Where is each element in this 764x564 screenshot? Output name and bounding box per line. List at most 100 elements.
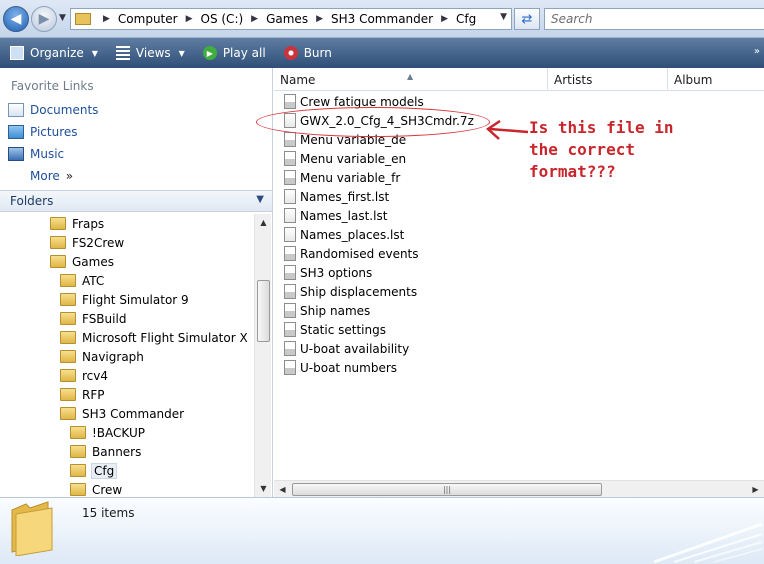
breadcrumb-games[interactable]: Games	[266, 12, 308, 26]
tree-item[interactable]: Crew	[70, 480, 122, 497]
folder-tree-scrollbar[interactable]: ▲ ▼	[254, 214, 271, 497]
chevron-right-icon[interactable]: ▶	[251, 14, 258, 24]
file-icon	[284, 227, 296, 242]
file-row[interactable]: U-boat numbers	[284, 358, 397, 377]
column-album[interactable]: Album	[668, 68, 764, 91]
search-input[interactable]: Search	[544, 8, 764, 30]
tree-item[interactable]: Banners	[70, 442, 141, 461]
forward-button[interactable]: ▶	[31, 6, 57, 32]
favorite-documents[interactable]: Documents	[8, 103, 98, 117]
config-file-icon	[284, 341, 296, 356]
tree-item[interactable]: Cfg	[70, 461, 118, 480]
file-name: Menu variable_fr	[300, 170, 401, 185]
file-name: Names_places.lst	[300, 227, 405, 242]
tree-item-label: SH3 Commander	[82, 406, 185, 421]
file-name: U-boat numbers	[300, 360, 398, 375]
file-list-scrollbar[interactable]: ◀ ||| ▶	[274, 480, 764, 497]
column-label: Artists	[554, 73, 593, 87]
pictures-icon	[8, 125, 24, 139]
scroll-left-icon[interactable]: ◀	[274, 481, 291, 498]
toolbar-overflow-icon[interactable]: »	[754, 46, 760, 57]
breadcrumb-cfg[interactable]: Cfg	[456, 12, 476, 26]
folder-icon	[60, 331, 76, 344]
file-row[interactable]: Menu variable_en	[284, 149, 406, 168]
file-row[interactable]: Static settings	[284, 320, 386, 339]
tree-item[interactable]: Navigraph	[60, 347, 144, 366]
file-icon	[284, 208, 296, 223]
favorite-more[interactable]: More »	[30, 169, 73, 183]
refresh-button[interactable]: ⇄	[514, 8, 540, 30]
file-row[interactable]: U-boat availability	[284, 339, 409, 358]
burn-disc-icon	[283, 46, 298, 60]
file-row[interactable]: Ship displacements	[284, 282, 417, 301]
breadcrumb[interactable]: ▶ Computer ▶ OS (C:) ▶ Games ▶ SH3 Comma…	[70, 8, 512, 30]
favorite-label: Pictures	[30, 125, 78, 139]
file-row[interactable]: Menu variable_fr	[284, 168, 400, 187]
annotation-arrow-icon	[485, 120, 529, 140]
file-row[interactable]: Names_first.lst	[284, 187, 389, 206]
tree-item[interactable]: Flight Simulator 9	[60, 290, 189, 309]
favorite-music[interactable]: Music	[8, 147, 64, 161]
file-row[interactable]: Ship names	[284, 301, 370, 320]
tree-item-label: Navigraph	[82, 349, 144, 364]
scroll-right-icon[interactable]: ▶	[747, 481, 764, 498]
organize-label: Organize	[30, 46, 84, 60]
file-row[interactable]: Names_places.lst	[284, 225, 404, 244]
folders-title: Folders	[10, 194, 54, 208]
folder-icon	[70, 483, 86, 496]
file-name: Menu variable_en	[300, 151, 407, 166]
recent-pages-dropdown[interactable]: ▼	[59, 13, 66, 23]
tree-item[interactable]: SH3 Commander	[60, 404, 184, 423]
tree-item[interactable]: !BACKUP	[70, 423, 145, 442]
favorite-label: More	[30, 169, 60, 183]
column-name[interactable]: Name ▲	[274, 68, 548, 91]
breadcrumb-sh3-commander[interactable]: SH3 Commander	[331, 12, 433, 26]
chevron-down-icon: ▼	[91, 48, 98, 58]
burn-button[interactable]: Burn	[283, 46, 332, 60]
views-icon	[115, 46, 130, 60]
favorite-pictures[interactable]: Pictures	[8, 125, 78, 139]
scroll-down-icon[interactable]: ▼	[255, 480, 272, 497]
chevron-right-icon[interactable]: ▶	[186, 14, 193, 24]
chevron-right-icon[interactable]: ▶	[103, 14, 110, 24]
file-row[interactable]: Randomised events	[284, 244, 419, 263]
file-row[interactable]: Names_last.lst	[284, 206, 387, 225]
file-name: Static settings	[300, 322, 386, 337]
scrollbar-thumb[interactable]	[257, 280, 270, 342]
tree-item-label: Flight Simulator 9	[82, 292, 189, 307]
address-bar: ◀ ▶ ▼ ▶ Computer ▶ OS (C:) ▶ Games ▶ SH3…	[0, 0, 764, 38]
tree-item[interactable]: Games	[50, 252, 114, 271]
play-icon: ▶	[202, 46, 217, 60]
file-row[interactable]: SH3 options	[284, 263, 372, 282]
folder-icon	[50, 255, 66, 268]
back-button[interactable]: ◀	[3, 6, 29, 32]
config-file-icon	[284, 284, 296, 299]
breadcrumb-os-c[interactable]: OS (C:)	[201, 12, 244, 26]
tree-item[interactable]: rcv4	[60, 366, 108, 385]
folder-icon	[60, 388, 76, 401]
tree-item[interactable]: FSBuild	[60, 309, 126, 328]
address-dropdown-icon[interactable]: ▼	[500, 12, 507, 22]
config-file-icon	[284, 265, 296, 280]
breadcrumb-computer[interactable]: Computer	[118, 12, 178, 26]
chevron-right-icon[interactable]: ▶	[316, 14, 323, 24]
chevron-down-icon: ▼	[178, 48, 185, 58]
folder-icon	[60, 350, 76, 363]
tree-item-label: Banners	[92, 444, 142, 459]
tree-item-label: Cfg	[90, 462, 118, 479]
chevron-right-icon[interactable]: ▶	[441, 14, 448, 24]
tree-item[interactable]: RFP	[60, 385, 104, 404]
play-all-button[interactable]: ▶ Play all	[202, 46, 266, 60]
views-button[interactable]: Views ▼	[115, 46, 185, 60]
folders-header[interactable]: Folders ▼	[0, 190, 272, 212]
organize-button[interactable]: Organize ▼	[10, 46, 98, 60]
organize-icon	[10, 46, 24, 60]
tree-item[interactable]: Fraps	[50, 214, 104, 233]
column-label: Name	[280, 73, 316, 87]
column-artists[interactable]: Artists	[548, 68, 668, 91]
tree-item[interactable]: ATC	[60, 271, 104, 290]
tree-item[interactable]: FS2Crew	[50, 233, 124, 252]
tree-item[interactable]: Microsoft Flight Simulator X	[60, 328, 248, 347]
scrollbar-thumb[interactable]: |||	[292, 483, 602, 496]
scroll-up-icon[interactable]: ▲	[255, 214, 272, 231]
